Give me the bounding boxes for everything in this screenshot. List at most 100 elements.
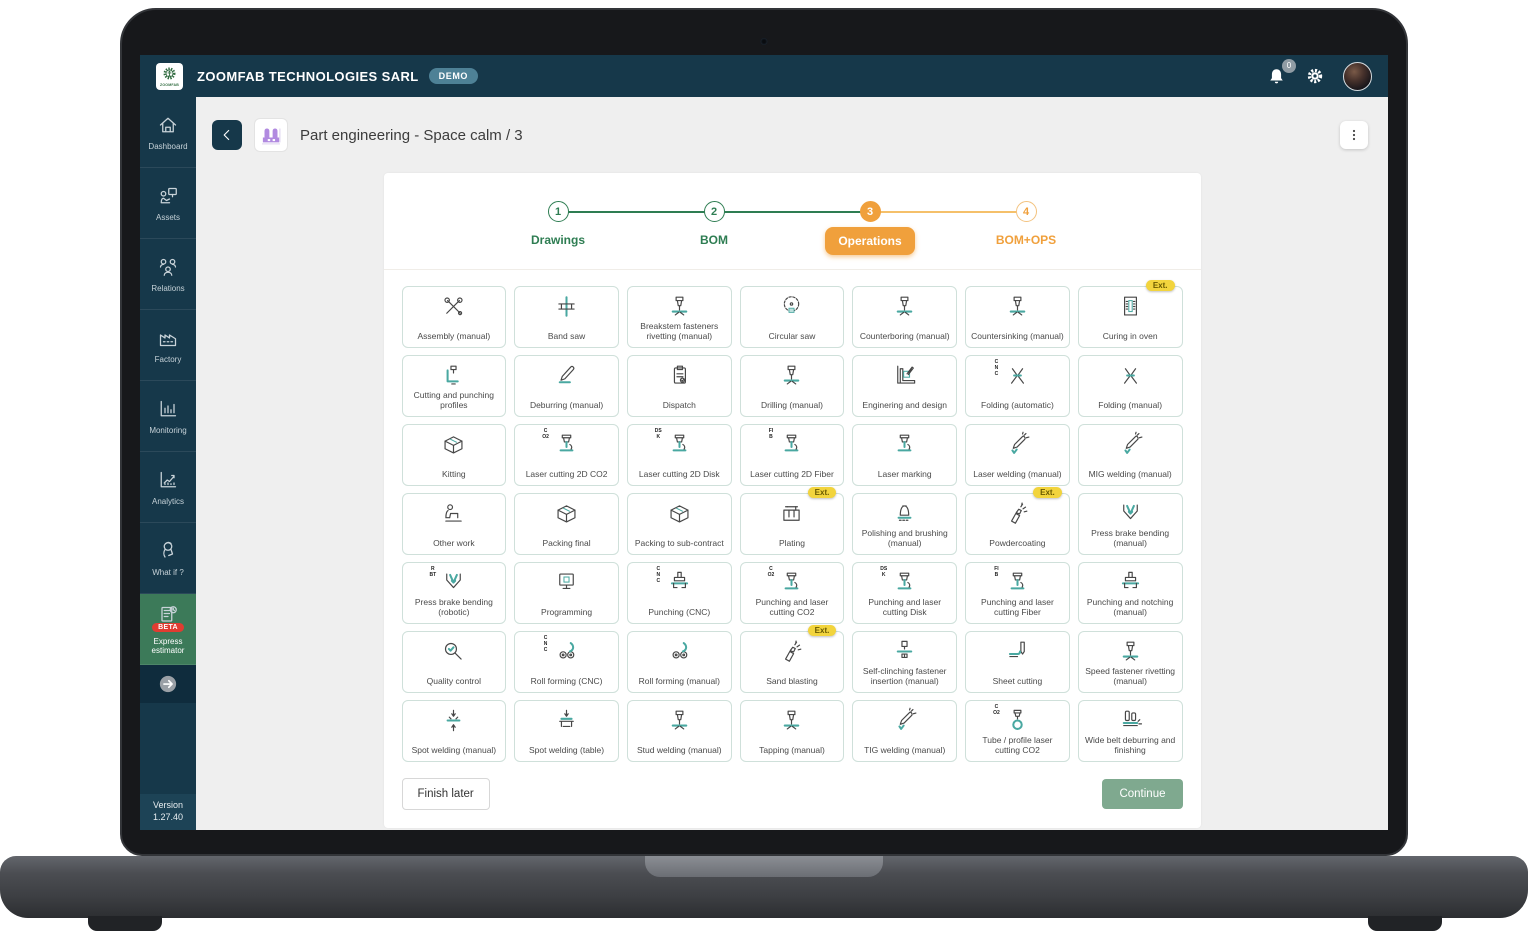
operation-icon-wrap: [553, 362, 580, 389]
operation-label: Roll forming (manual): [639, 676, 720, 687]
sidebar-item-express-estimator[interactable]: BETAExpress estimator: [140, 594, 196, 665]
operation-card[interactable]: Enginering and design: [852, 355, 957, 417]
sidebar-item-assets[interactable]: Assets: [140, 168, 196, 239]
operations-grid: Assembly (manual) Band saw Breakstem faste…: [402, 286, 1183, 762]
operation-card[interactable]: Packing final: [514, 493, 619, 555]
operation-icon-wrap: [666, 638, 693, 665]
drill-icon: [778, 362, 805, 389]
sidebar-item-what-if[interactable]: What if ?: [140, 523, 196, 594]
operation-card[interactable]: Circular saw: [740, 286, 845, 348]
external-badge: Ext.: [1146, 280, 1175, 291]
operation-card[interactable]: FIBLaser cutting 2D Fiber: [740, 424, 845, 486]
operation-card[interactable]: Stud welding (manual): [627, 700, 732, 762]
sidebar-item-relations[interactable]: Relations: [140, 239, 196, 310]
operation-card[interactable]: Punching and notching (manual): [1078, 562, 1183, 624]
operation-card[interactable]: CNCPunching (CNC): [627, 562, 732, 624]
notifications-button[interactable]: 0: [1266, 66, 1287, 87]
operation-card[interactable]: Spot welding (table): [514, 700, 619, 762]
operation-card[interactable]: Other work: [402, 493, 507, 555]
laser-icon: [666, 431, 693, 458]
sidebar-item-factory[interactable]: Factory: [140, 310, 196, 381]
operation-card[interactable]: TIG welding (manual): [852, 700, 957, 762]
operation-label: TIG welding (manual): [864, 745, 945, 756]
operation-card[interactable]: Sheet cutting: [965, 631, 1070, 693]
stepper-step-operations[interactable]: 3Operations: [792, 201, 948, 255]
sidebar-item-dashboard[interactable]: Dashboard: [140, 97, 196, 168]
operation-card[interactable]: Assembly (manual): [402, 286, 507, 348]
rolls-icon: [553, 638, 580, 665]
operation-card[interactable]: Breakstem fasteners rivetting (manual): [627, 286, 732, 348]
operation-label: Programming: [541, 607, 592, 618]
operation-card[interactable]: FIBPunching and laser cutting Fiber: [965, 562, 1070, 624]
operation-card[interactable]: CNCRoll forming (CNC): [514, 631, 619, 693]
operation-icon-wrap: [1004, 500, 1031, 527]
beta-badge: BETA: [152, 623, 184, 632]
operation-card[interactable]: DSKLaser cutting 2D Disk: [627, 424, 732, 486]
operation-label: Roll forming (CNC): [531, 676, 603, 687]
operation-card[interactable]: Speed fastener rivetting (manual): [1078, 631, 1183, 693]
sidebar-item-analytics[interactable]: Analytics: [140, 452, 196, 523]
operation-card[interactable]: Self-clinching fastener insertion (manua…: [852, 631, 957, 693]
operation-card[interactable]: Dispatch: [627, 355, 732, 417]
operation-icon-wrap: [1117, 431, 1144, 458]
operation-card[interactable]: Programming: [514, 562, 619, 624]
operation-card[interactable]: Kitting: [402, 424, 507, 486]
operation-card[interactable]: CO2Laser cutting 2D CO2: [514, 424, 619, 486]
stepper-step-bom-ops[interactable]: 4BOM+OPS: [948, 201, 1104, 255]
operation-icon-wrap: [440, 293, 467, 320]
operation-card[interactable]: MIG welding (manual): [1078, 424, 1183, 486]
operation-label: Folding (manual): [1098, 400, 1162, 411]
operation-card[interactable]: CO2Tube / profile laser cutting CO2: [965, 700, 1070, 762]
belt-icon: [1117, 707, 1144, 734]
settings-button[interactable]: [1305, 66, 1325, 86]
operation-card[interactable]: Countersinking (manual): [965, 286, 1070, 348]
operation-card[interactable]: RBTPress brake bending (robotic): [402, 562, 507, 624]
user-avatar[interactable]: [1343, 62, 1372, 91]
operation-card[interactable]: Folding (manual): [1078, 355, 1183, 417]
operation-card[interactable]: CO2Punching and laser cutting CO2: [740, 562, 845, 624]
operation-icon-wrap: CO2: [1004, 707, 1031, 734]
finish-later-button[interactable]: Finish later: [402, 778, 490, 810]
operation-card[interactable]: Roll forming (manual): [627, 631, 732, 693]
operation-icon-wrap: [666, 707, 693, 734]
operation-card[interactable]: Cutting and punching profiles: [402, 355, 507, 417]
operation-card[interactable]: Wide belt deburring and finishing: [1078, 700, 1183, 762]
operation-card[interactable]: Drilling (manual): [740, 355, 845, 417]
operation-label: Packing final: [542, 538, 590, 549]
sidebar-item-label: What if ?: [150, 568, 186, 577]
stepper-step-bom[interactable]: 2BOM: [636, 201, 792, 255]
operation-card[interactable]: Polishing and brushing (manual): [852, 493, 957, 555]
operation-card[interactable]: DSKPunching and laser cutting Disk: [852, 562, 957, 624]
operation-label: Sand blasting: [766, 676, 818, 687]
operation-icon-wrap: [891, 638, 918, 665]
operation-card[interactable]: Quality control: [402, 631, 507, 693]
operation-card[interactable]: Press brake bending (manual): [1078, 493, 1183, 555]
sidebar-item-monitoring[interactable]: Monitoring: [140, 381, 196, 452]
operation-card[interactable]: Tapping (manual): [740, 700, 845, 762]
back-button[interactable]: [212, 120, 242, 150]
more-options-button[interactable]: [1340, 121, 1368, 149]
operation-card[interactable]: Packing to sub-contract: [627, 493, 732, 555]
operation-label: Band saw: [548, 331, 585, 342]
machine-type-tag: DSK: [880, 567, 887, 579]
operation-label: Dispatch: [663, 400, 696, 411]
operation-card[interactable]: Deburring (manual): [514, 355, 619, 417]
operation-card[interactable]: Ext.Curing in oven: [1078, 286, 1183, 348]
company-logo[interactable]: ZOOMFAB: [156, 63, 183, 90]
sidebar-item-collapse[interactable]: [140, 665, 196, 703]
punch-icon: [1117, 569, 1144, 596]
operation-card[interactable]: Ext.Sand blasting: [740, 631, 845, 693]
operation-card[interactable]: Band saw: [514, 286, 619, 348]
operation-card[interactable]: Counterboring (manual): [852, 286, 957, 348]
operation-card[interactable]: Laser welding (manual): [965, 424, 1070, 486]
continue-button[interactable]: Continue: [1102, 779, 1182, 809]
operation-card[interactable]: Ext.Powdercoating: [965, 493, 1070, 555]
operation-card[interactable]: Spot welding (manual): [402, 700, 507, 762]
operation-card[interactable]: CNCFolding (automatic): [965, 355, 1070, 417]
operation-icon-wrap: [666, 293, 693, 320]
operation-label: Laser cutting 2D Disk: [639, 469, 720, 480]
operation-icon-wrap: [1117, 707, 1144, 734]
operation-card[interactable]: Ext.Plating: [740, 493, 845, 555]
stepper-step-drawings[interactable]: 1Drawings: [480, 201, 636, 255]
operation-card[interactable]: Laser marking: [852, 424, 957, 486]
